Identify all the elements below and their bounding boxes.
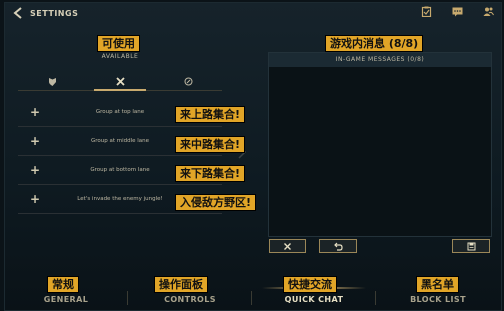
friends-icon[interactable] (483, 6, 494, 17)
message-text: Group at bottom lane (90, 167, 150, 173)
save-icon (467, 242, 475, 250)
tab-annotation: 黑名单 (416, 276, 459, 293)
available-label: AVAILABLE (101, 53, 139, 60)
tab-ping[interactable] (154, 72, 222, 90)
add-icon[interactable]: + (30, 135, 40, 147)
in-game-messages-title: IN-GAME MESSAGES (0/8) (269, 53, 491, 67)
save-button[interactable] (452, 239, 490, 253)
clipboard-icon[interactable] (421, 6, 432, 17)
shield-icon (48, 77, 56, 86)
in-game-messages-list[interactable] (269, 67, 491, 236)
message-text: Let's invade the enemy jungle! (77, 196, 163, 202)
ping-icon (184, 77, 192, 85)
tab-label: BLOCK LIST (410, 295, 466, 304)
clear-button[interactable] (269, 239, 306, 253)
message-annotation: 来中路集合! (175, 136, 246, 153)
in-game-messages-panel: IN-GAME MESSAGES (0/8) (268, 52, 492, 237)
tab-annotation: 操作面板 (154, 276, 208, 293)
header: SETTINGS (12, 7, 78, 19)
message-annotation: 来上路集合! (175, 106, 246, 123)
tab-annotation: 快捷交流 (283, 276, 337, 293)
settings-title: SETTINGS (30, 8, 79, 18)
add-icon[interactable]: + (30, 106, 40, 118)
header-icons (421, 6, 494, 17)
tab-label: GENERAL (43, 295, 89, 304)
tab-defensive[interactable] (18, 72, 86, 90)
chat-icon[interactable] (452, 6, 463, 17)
close-icon (284, 242, 291, 250)
tab-label: QUICK CHAT (284, 295, 344, 304)
back-arrow-icon[interactable] (12, 7, 24, 19)
category-tabs (18, 72, 222, 91)
message-text: Group at middle lane (90, 138, 150, 144)
tab-label: CONTROLS (164, 295, 216, 304)
in-game-messages-annotation: 游戏内消息 (8/8) (325, 35, 424, 52)
undo-icon (333, 242, 343, 251)
tab-annotation: 常规 (47, 276, 79, 293)
undo-button[interactable] (319, 239, 357, 253)
add-icon[interactable]: + (30, 193, 40, 205)
message-annotation: 来下路集合! (175, 165, 246, 182)
message-text: Group at top lane (95, 109, 145, 115)
add-icon[interactable]: + (30, 164, 40, 176)
tab-offensive[interactable] (86, 72, 154, 91)
crossed-swords-icon (115, 76, 125, 86)
message-annotation: 入侵敌方野区! (175, 194, 257, 211)
available-annotation: 可使用 (97, 35, 140, 52)
